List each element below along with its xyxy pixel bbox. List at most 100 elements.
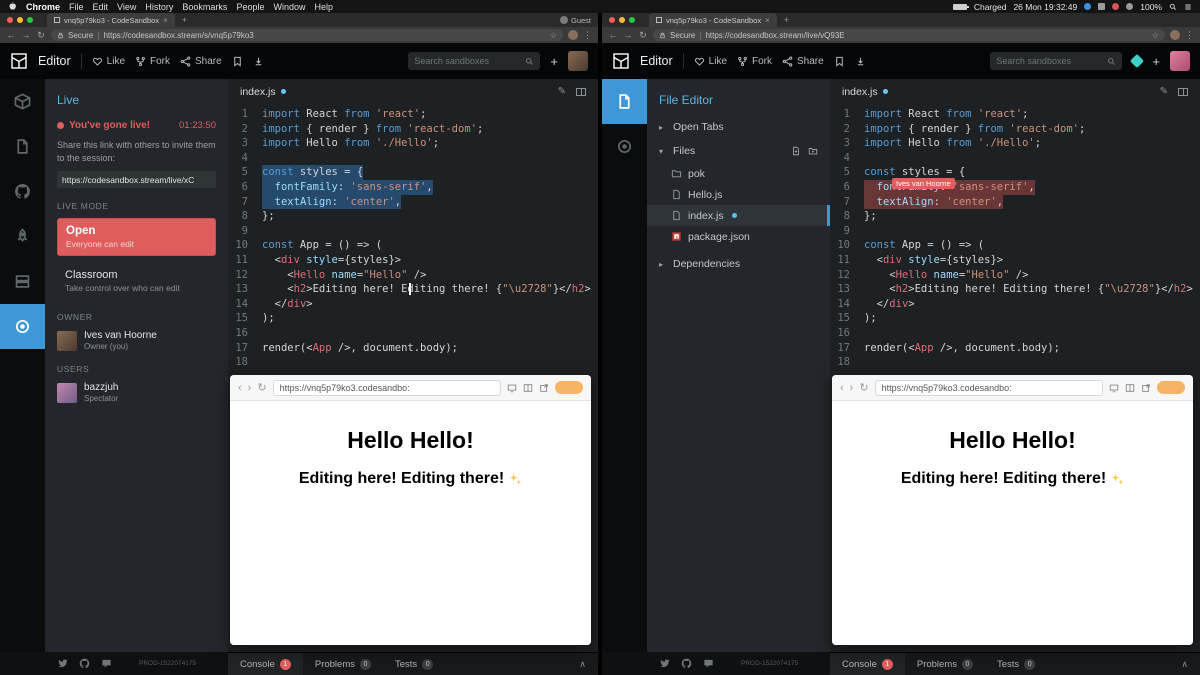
responsive-mode-icon[interactable] [1109, 383, 1119, 393]
mode-classroom-card[interactable]: Classroom Take control over who can edit [57, 263, 216, 299]
preview-refresh-icon[interactable]: ↻ [859, 381, 868, 394]
reload-button[interactable]: ↻ [638, 30, 648, 41]
codesandbox-logo-icon[interactable] [612, 52, 630, 70]
zoom-window-button[interactable] [629, 17, 635, 23]
bookmark-star-icon[interactable]: ☆ [1152, 31, 1159, 40]
feedback-chat-icon[interactable] [101, 658, 112, 669]
open-tabs-row[interactable]: ▸ Open Tabs [647, 115, 830, 139]
code-line[interactable]: 1import React from 'react'; [830, 107, 1200, 122]
close-window-button[interactable] [609, 17, 615, 23]
omnibox[interactable]: Secure | https://codesandbox.stream/live… [653, 29, 1165, 41]
preview-back-icon[interactable]: ‹ [238, 382, 242, 394]
live-session-icon[interactable] [602, 124, 647, 169]
file-editor-icon[interactable] [0, 124, 45, 169]
code-line[interactable]: 8}; [830, 209, 1200, 224]
code-line[interactable]: 3import Hello from './Hello'; [228, 136, 598, 151]
file-tree-item-Hello.js[interactable]: Hello.js [647, 184, 830, 205]
browser-tab[interactable]: vnq5p79ko3 - CodeSandbox × [47, 13, 175, 27]
expand-console-icon[interactable]: ∧ [579, 659, 586, 670]
mode-open-card[interactable]: Open Everyone can edit [57, 218, 216, 256]
menubar-item[interactable]: Window [273, 2, 305, 12]
code-line[interactable]: 6 fontFamily: 'sans-serif', [830, 180, 1200, 195]
share-button[interactable]: Share [782, 56, 824, 67]
profile-chip[interactable]: Guest [560, 16, 591, 25]
expand-console-icon[interactable]: ∧ [1181, 659, 1188, 670]
code-line[interactable]: 13 <h2>Editing here! Editing there! {"\u… [228, 282, 598, 297]
code-line[interactable]: 3import Hello from './Hello'; [830, 136, 1200, 151]
new-tab-button[interactable]: + [784, 15, 789, 25]
preview-refresh-icon[interactable]: ↻ [257, 381, 266, 394]
code-line[interactable]: 8}; [228, 209, 598, 224]
code-line[interactable]: 4 [228, 151, 598, 166]
new-file-icon[interactable] [791, 146, 801, 156]
edit-pencil-icon[interactable]: ✎ [558, 86, 566, 97]
browser-menu-icon[interactable]: ⋮ [583, 30, 592, 41]
back-button[interactable]: ← [6, 30, 16, 40]
server-console-icon[interactable] [0, 259, 45, 304]
browser-profile-avatar[interactable] [568, 30, 578, 40]
code-line[interactable]: 18 [830, 355, 1200, 370]
github-icon[interactable] [0, 169, 45, 214]
menubar-item[interactable]: File [69, 2, 84, 12]
tests-tab[interactable]: Tests0 [383, 653, 445, 675]
tab-close-icon[interactable]: × [163, 16, 168, 25]
status-app-icon[interactable] [1112, 3, 1119, 10]
browser-tab[interactable]: vnq5p79ko3 - CodeSandbox × [649, 13, 777, 27]
status-app-icon[interactable] [1098, 3, 1105, 10]
browser-menu-icon[interactable]: ⋮ [1185, 30, 1194, 41]
back-button[interactable]: ← [608, 30, 618, 40]
minimize-window-button[interactable] [17, 17, 23, 23]
codesandbox-logo-icon[interactable] [10, 52, 28, 70]
open-in-new-window-icon[interactable] [539, 383, 549, 393]
fork-button[interactable]: Fork [737, 56, 772, 67]
code-line[interactable]: 12 <Hello name="Hello" /> [228, 268, 598, 283]
menubar-item[interactable]: Bookmarks [182, 2, 227, 12]
code-line[interactable]: 5const styles = { [228, 165, 598, 180]
dependencies-row[interactable]: ▸ Dependencies [647, 252, 830, 276]
close-window-button[interactable] [7, 17, 13, 23]
user-avatar[interactable] [1170, 51, 1190, 71]
code-line[interactable]: 1import React from 'react'; [228, 107, 598, 122]
code-line[interactable]: 11 <div style={styles}> [228, 253, 598, 268]
preview-forward-icon[interactable]: › [248, 382, 252, 394]
forward-button[interactable]: → [21, 30, 31, 40]
split-view-icon[interactable] [1178, 88, 1188, 96]
editor-tab-indexjs[interactable]: index.js [240, 86, 286, 98]
notification-center-icon[interactable] [1184, 3, 1192, 11]
code-line[interactable]: 16 [228, 326, 598, 341]
problems-tab[interactable]: Problems0 [303, 653, 383, 675]
new-tab-button[interactable]: + [182, 15, 187, 25]
code-line[interactable]: 2import { render } from 'react-dom'; [830, 122, 1200, 137]
preview-url-field[interactable]: https://vnq5p79ko3.codesandbo: [273, 380, 501, 396]
code-line[interactable]: 9 [830, 224, 1200, 239]
status-app-icon[interactable] [1084, 3, 1091, 10]
responsive-mode-icon[interactable] [507, 383, 517, 393]
console-tab[interactable]: Console1 [228, 653, 303, 675]
code-line[interactable]: 14 </div> [830, 297, 1200, 312]
preview-status-pill[interactable] [555, 381, 583, 394]
search-input[interactable]: Search sandboxes [408, 52, 540, 70]
code-line[interactable]: 13 <h2>Editing here! Editing there! {"\u… [830, 282, 1200, 297]
menubar-item[interactable]: History [145, 2, 173, 12]
code-line[interactable]: 7 textAlign: 'center', [228, 195, 598, 210]
code-line[interactable]: 17render(<App />, document.body); [228, 341, 598, 356]
share-button[interactable]: Share [180, 56, 222, 67]
live-session-icon[interactable] [0, 304, 45, 349]
apple-menu-icon[interactable] [8, 2, 17, 11]
code-line[interactable]: 2import { render } from 'react-dom'; [228, 122, 598, 137]
like-button[interactable]: Like [694, 56, 727, 67]
code-line[interactable]: 9 [228, 224, 598, 239]
problems-tab[interactable]: Problems0 [905, 653, 985, 675]
github-footer-icon[interactable] [79, 658, 90, 669]
open-in-new-window-icon[interactable] [1141, 383, 1151, 393]
minimize-window-button[interactable] [619, 17, 625, 23]
preview-forward-icon[interactable]: › [850, 382, 854, 394]
edit-pencil-icon[interactable]: ✎ [1160, 86, 1168, 97]
share-url-input[interactable]: https://codesandbox.stream/live/xC [57, 171, 216, 188]
deployment-rocket-icon[interactable] [0, 214, 45, 259]
code-line[interactable]: 4 [830, 151, 1200, 166]
reload-button[interactable]: ↻ [36, 30, 46, 41]
menubar-item[interactable]: Edit [93, 2, 109, 12]
twitter-icon[interactable] [659, 658, 670, 669]
forward-button[interactable]: → [623, 30, 633, 40]
